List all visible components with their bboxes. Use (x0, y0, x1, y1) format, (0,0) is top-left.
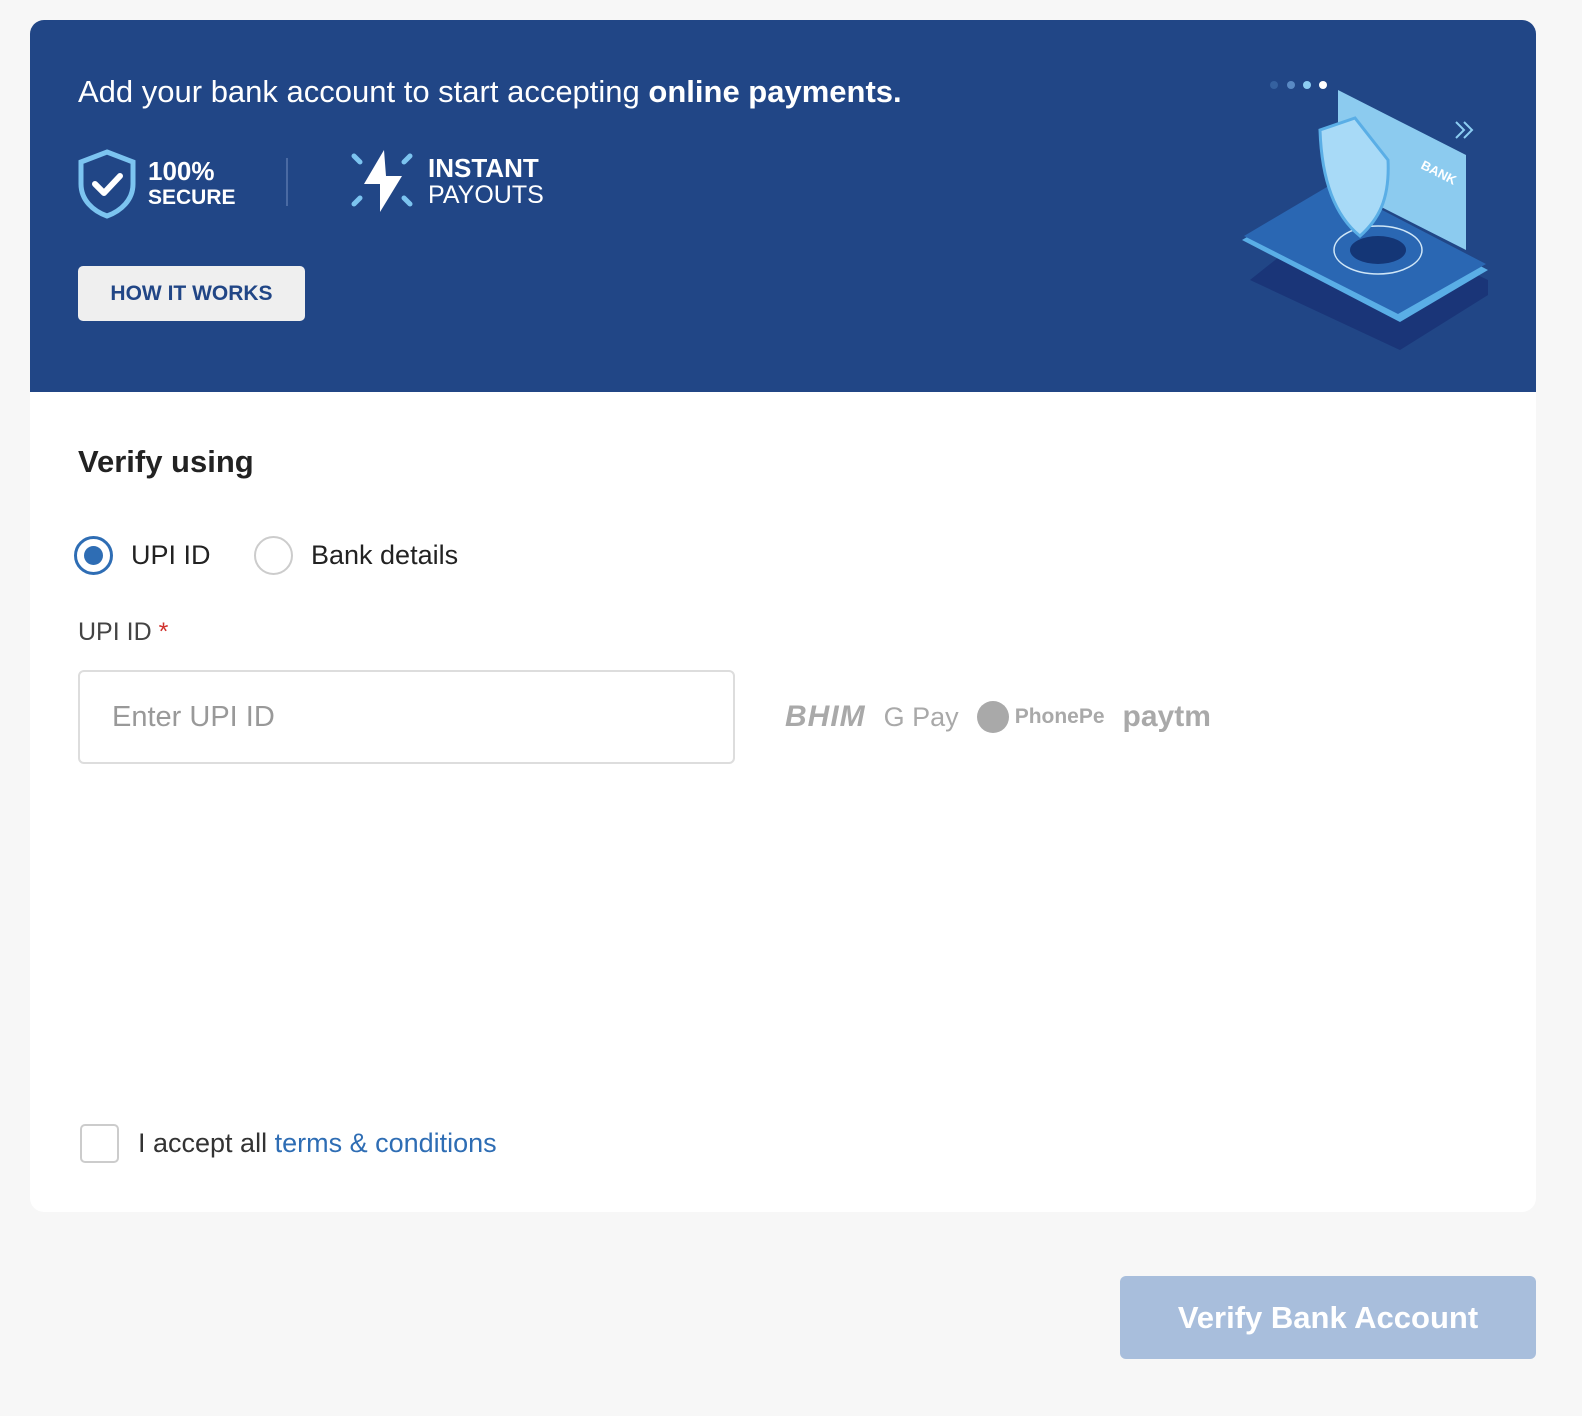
feature-instant: INSTANT PAYOUTS (350, 148, 544, 214)
paytm-logo: paytm (1122, 700, 1211, 733)
terms-link[interactable]: terms & conditions (275, 1128, 497, 1158)
radio-selected-icon[interactable] (74, 536, 113, 575)
banner-headline: Add your bank account to start accepting… (78, 74, 902, 109)
terms-checkbox[interactable] (80, 1124, 119, 1163)
upi-id-label: UPI ID * (78, 618, 169, 646)
bhim-logo: BHIM (785, 700, 866, 733)
lightning-icon (351, 150, 413, 212)
shield-check-icon (78, 149, 136, 219)
upi-app-logos: BHIM G Pay PhonePe paytm (785, 700, 1211, 734)
radio-upi-id[interactable]: UPI ID (74, 536, 211, 575)
banner: Add your bank account to start accepting… (30, 20, 1536, 392)
terms-text: I accept all terms & conditions (138, 1128, 497, 1158)
how-it-works-button[interactable]: HOW IT WORKS (78, 266, 305, 321)
upi-id-input[interactable] (78, 670, 735, 764)
phonepe-logo: PhonePe (976, 701, 1105, 733)
feature-secure: 100% SECURE (76, 148, 236, 220)
radio-bank-details[interactable]: Bank details (254, 536, 458, 575)
verify-using-title: Verify using (78, 444, 254, 479)
feature-divider (286, 158, 288, 206)
verify-bank-account-button[interactable]: Verify Bank Account (1120, 1276, 1536, 1359)
add-bank-card: Add your bank account to start accepting… (30, 20, 1536, 1212)
bank-security-illustration: BANK (1242, 81, 1488, 350)
radio-unselected-icon[interactable] (254, 536, 293, 575)
gpay-logo: G Pay (883, 701, 959, 732)
